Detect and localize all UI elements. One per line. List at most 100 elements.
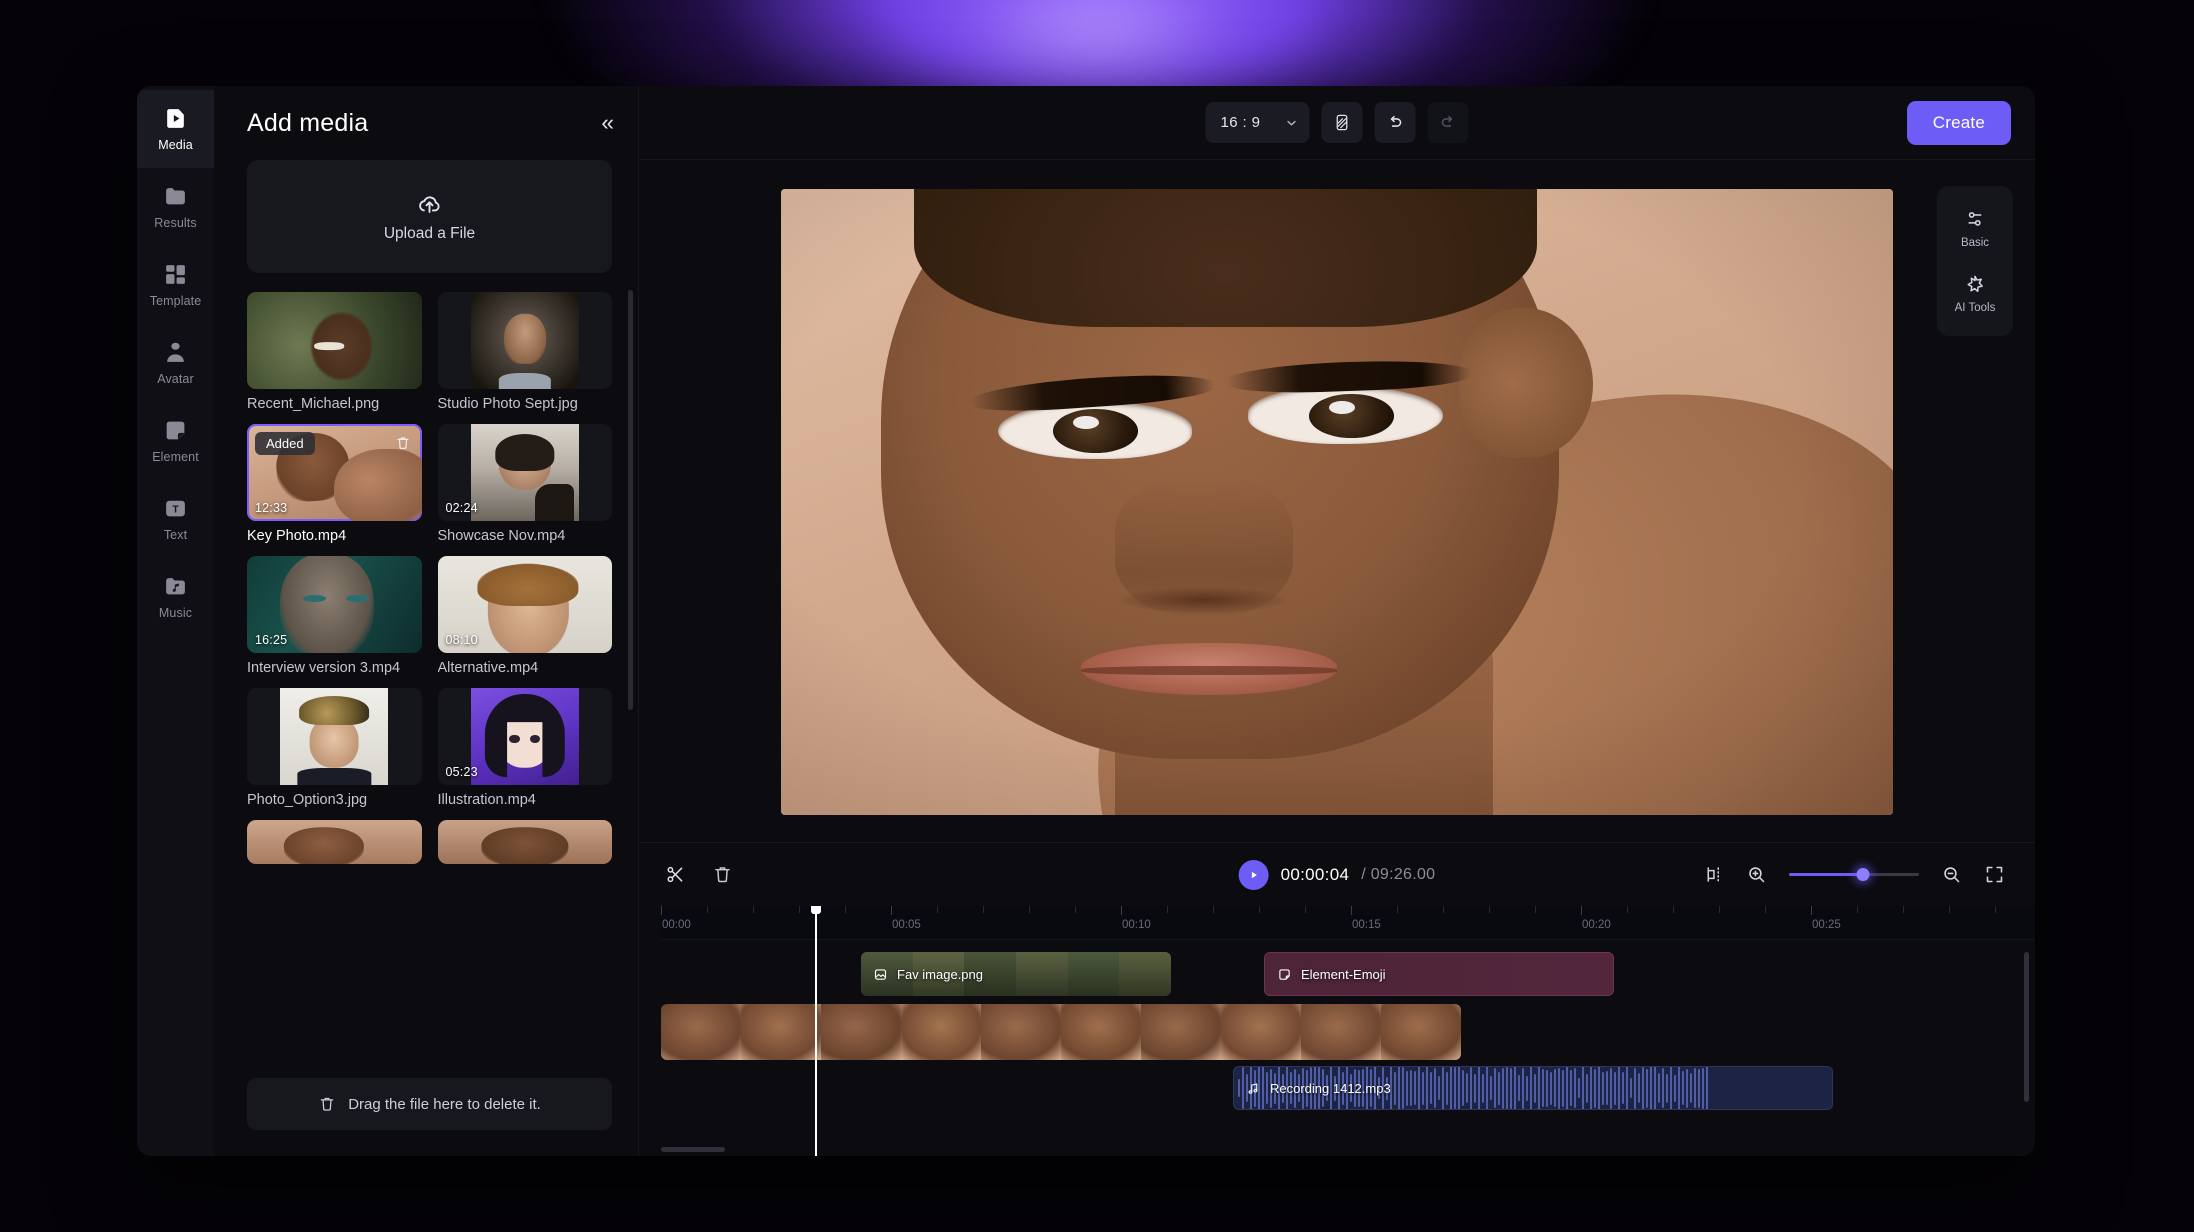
media-thumbnail[interactable]: 08:10 (438, 556, 613, 653)
trash-icon (712, 864, 733, 885)
timeline-track-audio[interactable]: Recording 1412.mp3 (661, 1066, 2035, 1112)
timeline-track-video[interactable] (661, 1004, 2035, 1060)
sidebar-item-results[interactable]: Results (137, 168, 214, 246)
media-duration: 02:24 (446, 501, 478, 515)
media-thumbnail[interactable] (247, 292, 422, 389)
element-icon (1277, 967, 1292, 982)
sidebar-item-label: Element (152, 450, 199, 464)
media-card[interactable]: 05:23 Illustration.mp4 (438, 688, 613, 811)
cloud-upload-icon (416, 190, 443, 217)
tool-basic[interactable]: Basic (1937, 198, 2013, 259)
create-button[interactable]: Create (1907, 101, 2011, 145)
upload-file-button[interactable]: Upload a File (247, 160, 612, 273)
clip-label: Fav image.png (897, 967, 983, 982)
sidebar-item-avatar[interactable]: Avatar (137, 324, 214, 402)
timeline-clip-element[interactable]: Element-Emoji (1264, 952, 1614, 996)
tool-label: Basic (1961, 237, 1989, 249)
template-icon (163, 262, 188, 287)
sidebar-item-text[interactable]: T Text (137, 480, 214, 558)
sidebar-item-label: Avatar (157, 372, 194, 386)
sparkle-icon (1964, 273, 1986, 295)
timeline-ruler[interactable]: 00:00 00:05 00:10 00:15 00:20 00:25 (661, 906, 2035, 940)
split-button[interactable] (1703, 864, 1724, 885)
media-card[interactable]: Photo_Option3.jpg (247, 688, 422, 811)
timeline-clip-video[interactable] (661, 1004, 1461, 1060)
sidebar-item-element[interactable]: Element (137, 402, 214, 480)
timeline-track-overlay[interactable]: Fav image.png (661, 952, 2035, 998)
tool-ai[interactable]: AI Tools (1937, 263, 2013, 324)
upload-label: Upload a File (384, 225, 475, 243)
delete-button[interactable] (712, 864, 733, 885)
media-card[interactable]: 08:10 Alternative.mp4 (438, 556, 613, 679)
video-preview[interactable] (781, 189, 1893, 815)
timeline-toolbar-right (1703, 864, 2005, 885)
media-card[interactable]: Recent_Michael.png (247, 292, 422, 415)
delete-media-icon[interactable] (392, 432, 414, 454)
play-button[interactable] (1239, 860, 1269, 890)
music-icon (163, 574, 188, 599)
media-thumbnail[interactable]: 02:24 (438, 424, 613, 521)
svg-text:T: T (172, 505, 179, 516)
preview-area: Basic AI Tools (639, 160, 2035, 842)
delete-dropzone[interactable]: Drag the file here to delete it. (247, 1078, 612, 1130)
media-thumbnail[interactable] (438, 820, 613, 864)
media-card[interactable] (438, 820, 613, 864)
media-name: Illustration.mp4 (438, 792, 613, 808)
media-card-selected[interactable]: Added 12:33 Key Photo.mp4 (247, 424, 422, 547)
fit-screen-icon (1984, 864, 2005, 885)
redo-icon (1439, 113, 1458, 132)
media-thumbnail[interactable]: 16:25 (247, 556, 422, 653)
clip-label-group: Element-Emoji (1265, 967, 1386, 982)
media-name: Interview version 3.mp4 (247, 660, 422, 676)
media-thumbnail[interactable] (438, 292, 613, 389)
sidebar-item-template[interactable]: Template (137, 246, 214, 324)
media-card[interactable]: 02:24 Showcase Nov.mp4 (438, 424, 613, 547)
folder-icon (163, 184, 188, 209)
media-thumbnail[interactable] (247, 688, 422, 785)
sidebar-item-media[interactable]: Media (137, 90, 214, 168)
media-thumbnail[interactable]: Added 12:33 (247, 424, 422, 521)
playback-group: 00:00:04 / 09:26.00 (1239, 860, 1436, 890)
transition-button[interactable] (1322, 102, 1363, 143)
timeline[interactable]: 00:00 00:05 00:10 00:15 00:20 00:25 (639, 906, 2035, 1156)
media-scrollbar[interactable] (628, 290, 633, 710)
avatar-icon (163, 340, 188, 365)
total-time: / 09:26.00 (1361, 866, 1435, 884)
media-panel-header: Add media ‹‹ (214, 86, 638, 160)
ruler-label: 00:15 (1352, 919, 1381, 931)
aspect-ratio-select[interactable]: 16 : 9 (1206, 102, 1310, 143)
redo-button[interactable] (1428, 102, 1469, 143)
sidebar-item-music[interactable]: Music (137, 558, 214, 636)
delete-dropzone-label: Drag the file here to delete it. (348, 1096, 541, 1113)
sliders-icon (1964, 208, 1986, 230)
trash-icon (318, 1095, 336, 1113)
media-duration: 16:25 (255, 633, 287, 647)
timeline-horizontal-scrollbar[interactable] (661, 1147, 725, 1152)
media-thumbnail[interactable]: 05:23 (438, 688, 613, 785)
media-card[interactable]: Studio Photo Sept.jpg (438, 292, 613, 415)
timeline-clip-audio[interactable]: Recording 1412.mp3 (1233, 1066, 1833, 1110)
timeline-clip-image[interactable]: Fav image.png (861, 952, 1171, 996)
media-duration: 08:10 (446, 633, 478, 647)
media-thumbnail[interactable] (247, 820, 422, 864)
play-icon (1248, 869, 1260, 881)
chevron-double-left-icon[interactable]: ‹‹ (601, 112, 612, 134)
cut-button[interactable] (665, 864, 686, 885)
toolbar-center-group: 16 : 9 (1206, 102, 1469, 143)
media-name: Studio Photo Sept.jpg (438, 396, 613, 412)
timeline-vertical-scrollbar[interactable] (2024, 952, 2029, 1102)
editor-window: Media Results Template Avatar (137, 86, 2035, 1156)
zoom-out-button[interactable] (1941, 864, 1962, 885)
ruler-label: 00:20 (1582, 919, 1611, 931)
zoom-slider[interactable] (1789, 868, 1919, 882)
top-toolbar: 16 : 9 (639, 86, 2035, 160)
media-card[interactable]: 16:25 Interview version 3.mp4 (247, 556, 422, 679)
ruler-label: 00:00 (662, 919, 691, 931)
media-card[interactable] (247, 820, 422, 864)
slider-knob[interactable] (1857, 868, 1870, 881)
fit-screen-button[interactable] (1984, 864, 2005, 885)
page-title: Add media (247, 109, 368, 138)
timeline-tracks: Fav image.png (639, 940, 2035, 1112)
undo-button[interactable] (1375, 102, 1416, 143)
zoom-in-button[interactable] (1746, 864, 1767, 885)
